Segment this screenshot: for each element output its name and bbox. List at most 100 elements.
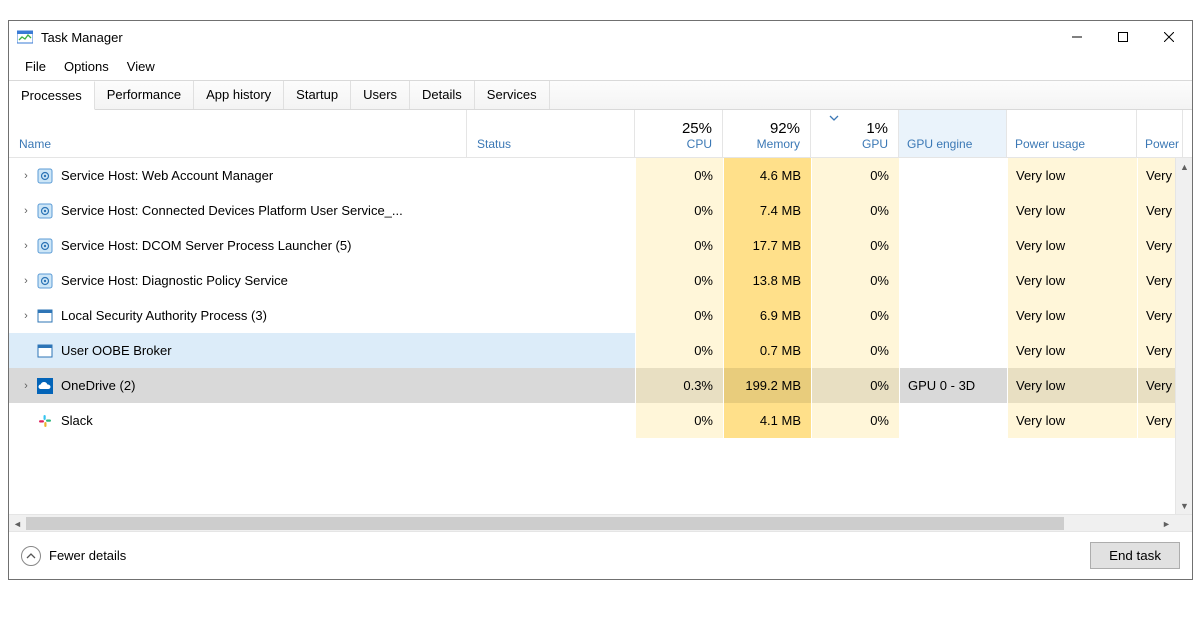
close-button[interactable] (1146, 21, 1192, 53)
process-icon (37, 203, 53, 219)
expand-icon[interactable]: › (19, 240, 33, 252)
table-row[interactable]: › Service Host: DCOM Server Process Launc… (9, 228, 1192, 263)
cell-memory: 0.7 MB (723, 333, 811, 368)
process-name: Slack (61, 413, 93, 428)
scroll-right-arrow[interactable]: ► (1158, 515, 1175, 531)
table-row[interactable]: User OOBE Broker0%0.7 MB0%Very lowVery (9, 333, 1192, 368)
cell-status (467, 298, 635, 333)
cell-gpu: 0% (811, 228, 899, 263)
cell-cpu: 0% (635, 298, 723, 333)
window-controls (1054, 21, 1192, 53)
column-name[interactable]: Name (9, 110, 467, 157)
scroll-up-arrow[interactable]: ▲ (1176, 158, 1192, 175)
cell-power: Very low (1007, 403, 1137, 438)
process-icon (37, 413, 53, 429)
cell-gpu-engine (899, 298, 1007, 333)
cell-gpu: 0% (811, 298, 899, 333)
expand-icon[interactable]: › (19, 380, 33, 392)
cell-memory: 4.1 MB (723, 403, 811, 438)
process-icon (37, 238, 53, 254)
cell-gpu: 0% (811, 333, 899, 368)
tab-app-history[interactable]: App history (194, 81, 284, 109)
tab-details[interactable]: Details (410, 81, 475, 109)
column-cpu[interactable]: 25%CPU (635, 110, 723, 157)
cell-status (467, 333, 635, 368)
table-row[interactable]: Slack0%4.1 MB0%Very lowVery (9, 403, 1192, 438)
cell-gpu: 0% (811, 403, 899, 438)
cell-cpu: 0% (635, 228, 723, 263)
column-memory[interactable]: 92%Memory (723, 110, 811, 157)
cell-cpu: 0.3% (635, 368, 723, 403)
fewer-details-toggle[interactable]: Fewer details (21, 546, 126, 566)
process-icon (37, 273, 53, 289)
scroll-down-arrow[interactable]: ▼ (1176, 497, 1192, 514)
cell-power: Very low (1007, 263, 1137, 298)
menu-view[interactable]: View (119, 57, 163, 76)
tab-bar: Processes Performance App history Startu… (9, 80, 1192, 110)
cell-memory: 199.2 MB (723, 368, 811, 403)
cell-cpu: 0% (635, 333, 723, 368)
column-power-usage[interactable]: Power usage (1007, 110, 1137, 157)
menu-options[interactable]: Options (56, 57, 117, 76)
cell-cpu: 0% (635, 263, 723, 298)
tab-users[interactable]: Users (351, 81, 410, 109)
cell-status (467, 158, 635, 193)
process-name: Service Host: DCOM Server Process Launch… (61, 238, 351, 253)
table-row[interactable]: ›Service Host: Web Account Manager0%4.6 … (9, 158, 1192, 193)
chevron-down-icon (829, 115, 839, 121)
scroll-left-arrow[interactable]: ◄ (9, 515, 26, 531)
expand-icon[interactable]: › (19, 205, 33, 217)
tab-performance[interactable]: Performance (95, 81, 194, 109)
column-power-trend[interactable]: Power u (1137, 110, 1183, 157)
column-gpu[interactable]: 1%GPU (811, 110, 899, 157)
titlebar: Task Manager (9, 21, 1192, 53)
horizontal-scrollbar[interactable]: ◄ ► (9, 514, 1192, 531)
process-name: Service Host: Connected Devices Platform… (61, 203, 403, 218)
cell-memory: 7.4 MB (723, 193, 811, 228)
maximize-button[interactable] (1100, 21, 1146, 53)
cell-memory: 6.9 MB (723, 298, 811, 333)
expand-icon[interactable]: › (19, 170, 33, 182)
expand-icon[interactable]: › (19, 310, 33, 322)
column-status[interactable]: Status (467, 110, 635, 157)
tab-services[interactable]: Services (475, 81, 550, 109)
vertical-scrollbar[interactable]: ▲ ▼ (1175, 158, 1192, 514)
cell-gpu-engine (899, 193, 1007, 228)
table-row[interactable]: › Service Host: Diagnostic Policy Service… (9, 263, 1192, 298)
process-name: OneDrive (2) (61, 378, 135, 393)
tab-startup[interactable]: Startup (284, 81, 351, 109)
cell-status (467, 228, 635, 263)
menu-file[interactable]: File (17, 57, 54, 76)
scroll-thumb[interactable] (26, 517, 1064, 530)
cell-memory: 13.8 MB (723, 263, 811, 298)
cell-cpu: 0% (635, 403, 723, 438)
cell-gpu: 0% (811, 158, 899, 193)
task-manager-window: Task Manager File Options View Processes… (8, 20, 1193, 580)
expand-icon[interactable]: › (19, 275, 33, 287)
process-table: Name Status 25%CPU 92%Memory 1%GPU GPU e… (9, 110, 1192, 531)
table-row[interactable]: ›OneDrive (2)0.3%199.2 MB0%GPU 0 - 3DVer… (9, 368, 1192, 403)
end-task-button[interactable]: End task (1090, 542, 1180, 569)
process-icon (37, 168, 53, 184)
process-name: Service Host: Diagnostic Policy Service (61, 273, 288, 288)
cell-gpu-engine (899, 158, 1007, 193)
cell-power: Very low (1007, 298, 1137, 333)
chevron-up-icon (21, 546, 41, 566)
tab-processes[interactable]: Processes (9, 81, 95, 110)
table-body: ›Service Host: Web Account Manager0%4.6 … (9, 158, 1192, 438)
process-name: User OOBE Broker (61, 343, 172, 358)
cell-power: Very low (1007, 158, 1137, 193)
table-row[interactable]: › Local Security Authority Process (3) 0%6… (9, 298, 1192, 333)
process-icon (37, 378, 53, 394)
cell-memory: 17.7 MB (723, 228, 811, 263)
cell-gpu: 0% (811, 263, 899, 298)
cell-power: Very low (1007, 333, 1137, 368)
minimize-button[interactable] (1054, 21, 1100, 53)
column-gpu-engine[interactable]: GPU engine (899, 110, 1007, 157)
cell-power: Very low (1007, 193, 1137, 228)
cell-power: Very low (1007, 368, 1137, 403)
process-name: Local Security Authority Process (3) (61, 308, 267, 323)
table-header: Name Status 25%CPU 92%Memory 1%GPU GPU e… (9, 110, 1192, 158)
fewer-details-label: Fewer details (49, 548, 126, 563)
table-row[interactable]: › Service Host: Connected Devices Platfor… (9, 193, 1192, 228)
